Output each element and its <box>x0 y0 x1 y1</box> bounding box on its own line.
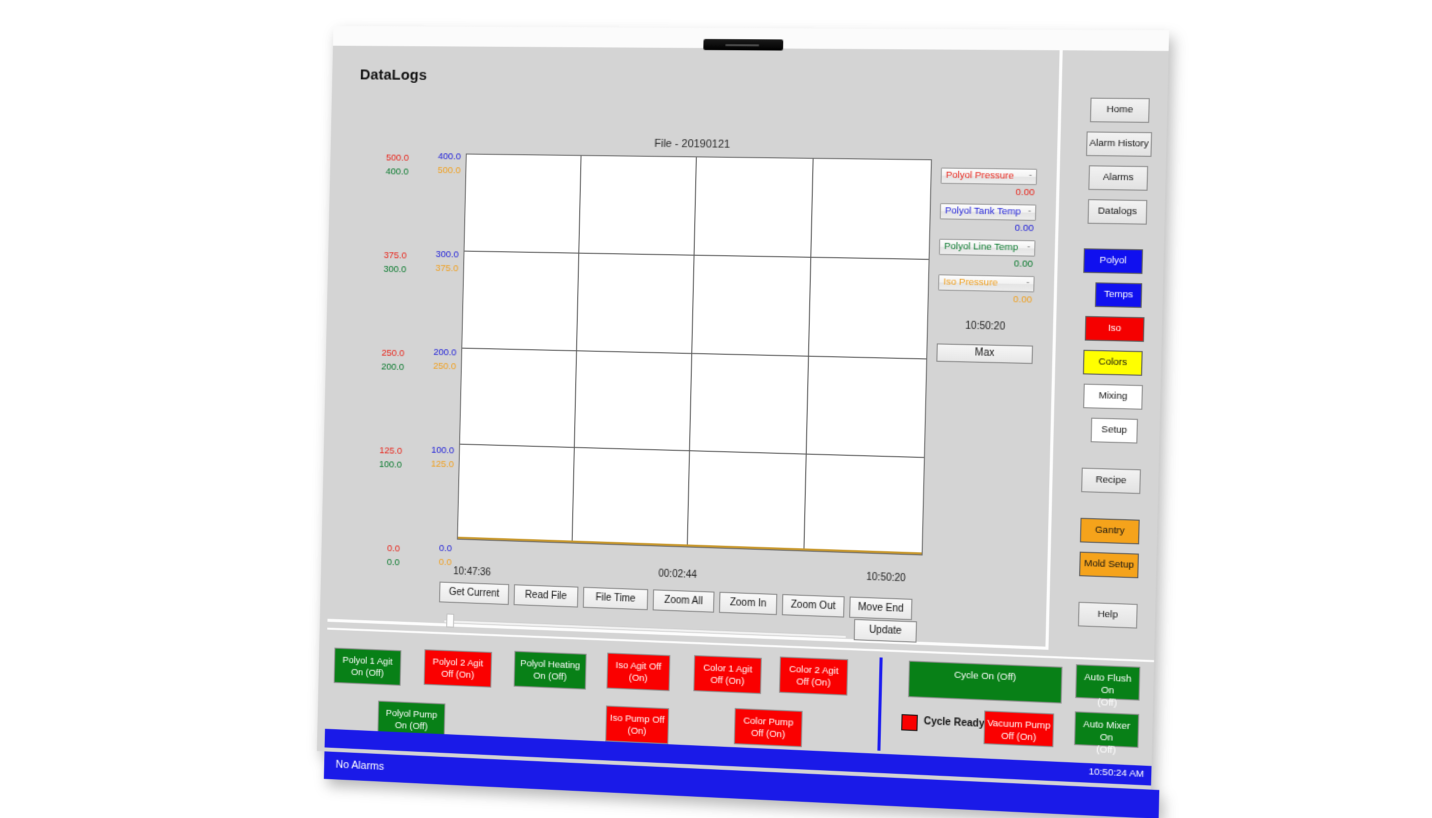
toolbar-button-move-end[interactable]: Move End <box>849 597 912 621</box>
hmi-panel-device: DataLogs 500.0 400.0 375.0 300.0 250.0 200.0 1… <box>303 14 1169 800</box>
page-title: DataLogs <box>360 67 427 84</box>
x-axis-tick-middle: 00:02:44 <box>658 569 697 581</box>
monitor-camera-notch <box>703 39 783 51</box>
status-button-color-pump-off-on[interactable]: Color Pump Off (On) <box>734 708 803 747</box>
y-axis-tick-polyol-line-temp: 400.0 <box>386 166 409 177</box>
toolbar-button-get-current[interactable]: Get Current <box>439 582 509 605</box>
y-axis-tick-polyol-pressure: 500.0 <box>386 153 409 164</box>
sidebar-item-home[interactable]: Home <box>1090 98 1150 123</box>
y-axis-tick-polyol-pressure: 125.0 <box>379 445 402 457</box>
series-selector-row: Iso Pressure ˇ0.00 <box>938 274 1045 306</box>
y-axis-tick-polyol-line-temp: 100.0 <box>379 459 402 471</box>
x-axis-tick-start: 10:47:36 <box>453 566 491 578</box>
sidebar-item-colors[interactable]: Colors <box>1083 350 1143 376</box>
toolbar-button-read-file[interactable]: Read File <box>514 584 579 607</box>
sidebar-item-iso[interactable]: Iso <box>1085 316 1145 342</box>
chevron-down-icon: ˇ <box>1028 205 1031 220</box>
sidebar-item-datalogs[interactable]: Datalogs <box>1088 199 1148 225</box>
series-dropdown-3[interactable]: Polyol Line Temp ˇ <box>939 239 1036 257</box>
status-button-color-1-agit-off-on[interactable]: Color 1 Agit Off (On) <box>693 655 762 694</box>
status-button-cycle-on-off[interactable]: Cycle On (Off) <box>908 661 1062 704</box>
cycle-ready-label: Cycle Ready <box>924 716 985 730</box>
sidebar-item-mold-setup[interactable]: Mold Setup <box>1079 552 1139 579</box>
chevron-down-icon: ˇ <box>1029 170 1032 185</box>
alarm-text: No Alarms <box>335 759 384 773</box>
chart-title: File - 20190121 <box>458 136 932 154</box>
series-dropdown-2[interactable]: Polyol Tank Temp ˇ <box>940 203 1037 221</box>
status-button-iso-agit-off-on[interactable]: Iso Agit Off (On) <box>606 653 670 692</box>
cycle-ready-lamp <box>901 714 918 731</box>
sidebar-item-mixing[interactable]: Mixing <box>1083 384 1143 410</box>
chevron-down-icon: ˇ <box>1027 241 1030 256</box>
toolbar-button-zoom-out[interactable]: Zoom Out <box>782 594 845 618</box>
legend-timestamp: 10:50:20 <box>937 320 1034 333</box>
status-button-polyol-2-agit-off-on[interactable]: Polyol 2 Agit Off (On) <box>424 649 492 687</box>
sidebar-item-polyol[interactable]: Polyol <box>1083 248 1143 274</box>
sidebar-item-gantry[interactable]: Gantry <box>1080 518 1140 545</box>
series-dropdown-label: Iso Pressure <box>943 276 998 288</box>
grid-line-horizontal <box>462 348 926 360</box>
series-selector-panel: Polyol Pressureˇ0.00Polyol Tank Tempˇ0.0… <box>936 168 1047 365</box>
y-axis-tick-polyol-pressure: 250.0 <box>381 348 404 359</box>
status-button-auto-flush-on-off[interactable]: Auto Flush On (Off) <box>1075 664 1140 700</box>
y-axis-tick-polyol-pressure: 0.0 <box>387 543 400 554</box>
grid-line-horizontal <box>464 251 928 260</box>
max-button[interactable]: Max <box>936 343 1033 364</box>
chart-plot-area[interactable] <box>457 154 932 556</box>
sidebar-item-setup[interactable]: Setup <box>1091 418 1138 444</box>
toolbar-button-file-time[interactable]: File Time <box>583 587 648 610</box>
sidebar-item-temps[interactable]: Temps <box>1095 282 1142 308</box>
slider-thumb[interactable] <box>446 614 454 628</box>
x-axis-tick-end: 10:50:20 <box>866 572 906 585</box>
sidebar-item-alarm-history[interactable]: Alarm History <box>1086 131 1152 156</box>
y-axis-tick-polyol-line-temp: 0.0 <box>387 557 400 568</box>
series-selector-row: Polyol Tank Temp ˇ0.00 <box>939 203 1046 234</box>
status-button-polyol-heating-on-off[interactable]: Polyol Heating On (Off) <box>514 651 587 690</box>
main-panel: DataLogs 500.0 400.0 375.0 300.0 250.0 200.0 1… <box>327 44 1062 650</box>
toolbar-button-zoom-in[interactable]: Zoom In <box>719 592 777 615</box>
status-button-vacuum-pump-off-on[interactable]: Vacuum Pump Off (On) <box>983 711 1054 748</box>
grid-line-horizontal <box>460 444 924 458</box>
vertical-divider <box>877 657 882 750</box>
status-button-polyol-1-agit-on-off[interactable]: Polyol 1 Agit On (Off) <box>334 648 402 686</box>
status-button-color-2-agit-off-on[interactable]: Color 2 Agit Off (On) <box>779 656 848 695</box>
series-dropdown-1[interactable]: Polyol Pressure ˇ <box>941 168 1038 186</box>
series-selector-row: Polyol Pressure ˇ0.00 <box>940 168 1047 199</box>
series-value: 0.00 <box>939 255 1036 270</box>
update-button[interactable]: Update <box>854 619 917 643</box>
sidebar-item-recipe[interactable]: Recipe <box>1081 468 1141 494</box>
y-axis-tick-polyol-tank-temp: 0.0 <box>439 543 452 554</box>
clock-text: 10:50:24 AM <box>1088 766 1144 780</box>
y-axis-tick-polyol-line-temp: 200.0 <box>381 362 404 373</box>
series-value: 0.00 <box>940 184 1037 199</box>
series-dropdown-4[interactable]: Iso Pressure ˇ <box>938 274 1035 292</box>
screenshot-stage: DataLogs 500.0 400.0 375.0 300.0 250.0 200.0 1… <box>0 0 1432 808</box>
chart-series-flatline <box>458 537 922 555</box>
toolbar-button-zoom-all[interactable]: Zoom All <box>653 589 715 612</box>
y-axis-tick-polyol-pressure: 375.0 <box>384 250 407 261</box>
status-button-iso-pump-off-on[interactable]: Iso Pump Off (On) <box>605 705 669 744</box>
series-selector-row: Polyol Line Temp ˇ0.00 <box>939 239 1046 270</box>
sidebar-item-alarms[interactable]: Alarms <box>1088 165 1148 190</box>
status-button-auto-mixer-on-off[interactable]: Auto Mixer On (Off) <box>1074 711 1139 748</box>
series-dropdown-label: Polyol Tank Temp <box>945 205 1021 217</box>
series-value: 0.00 <box>938 291 1035 306</box>
series-dropdown-label: Polyol Pressure <box>946 170 1014 182</box>
y-axis-tick-iso-pressure: 0.0 <box>439 557 452 568</box>
chevron-down-icon: ˇ <box>1026 277 1029 292</box>
hmi-screen: DataLogs 500.0 400.0 375.0 300.0 250.0 200.0 1… <box>317 42 1169 790</box>
sidebar-item-help[interactable]: Help <box>1078 602 1138 629</box>
y-axis-tick-polyol-line-temp: 300.0 <box>383 264 406 275</box>
chart-container: File - 20190121 <box>449 136 932 560</box>
series-dropdown-label: Polyol Line Temp <box>944 241 1018 253</box>
series-value: 0.00 <box>939 219 1036 234</box>
